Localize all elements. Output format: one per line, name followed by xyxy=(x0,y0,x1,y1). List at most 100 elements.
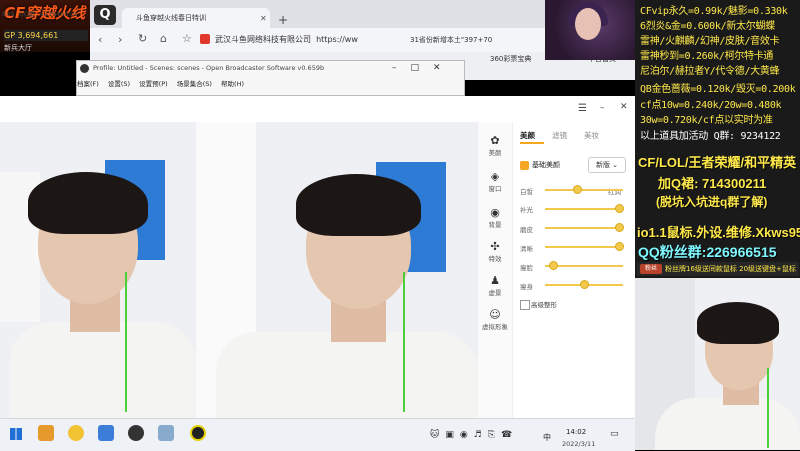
slider-track[interactable] xyxy=(545,227,623,229)
bookmark-star-icon[interactable]: ☆ xyxy=(182,32,192,45)
slider-label: 清晰 xyxy=(520,245,533,253)
window-controls[interactable]: –□✕ xyxy=(392,63,455,73)
obs-menu-item[interactable]: 设置预(P) xyxy=(139,80,168,88)
service-line: CF/LOL/王者荣耀/和平精英 xyxy=(638,155,797,170)
tab-beauty[interactable]: 美颜 xyxy=(520,130,535,141)
address-bar[interactable]: 武汉斗鱼网络科技有限公司 https://ww xyxy=(215,31,405,49)
fan-group: QQ粉丝群:226966515 xyxy=(638,244,777,260)
slider-label: 磨皮 xyxy=(520,226,533,234)
effects-icon: ✣ xyxy=(490,240,500,253)
join-note: (脱坑入坑进q群了解) xyxy=(656,195,768,209)
beauty-sidebar: ✿ 美颜 ◈ 窗口 ◉ 背景 ✣ 特效 ♟ 虚景 ☺ 虚拟形象 xyxy=(478,122,513,418)
taskbar-app-icon[interactable] xyxy=(190,425,206,441)
taskbar-app-icon[interactable] xyxy=(68,425,84,441)
slider-knob[interactable] xyxy=(615,223,624,232)
side-item-label: 窗口 xyxy=(488,185,502,193)
refresh-icon[interactable]: ↻ xyxy=(138,32,147,45)
obs-title: Profile: Untitled - Scenes: scenes - Ope… xyxy=(93,64,325,72)
clock-date[interactable]: 2022/3/11 xyxy=(562,440,595,448)
obs-window: Profile: Untitled - Scenes: scenes - Ope… xyxy=(76,60,465,96)
forward-icon[interactable]: › xyxy=(118,33,122,46)
lobby-label: 新兵大厅 xyxy=(4,44,32,52)
join-group: 加Q裙: 714300211 xyxy=(658,176,767,191)
obs-menu-item[interactable]: 档案(F) xyxy=(77,80,99,88)
tray-icons[interactable]: 🐱▣◉♬⎘☎ xyxy=(430,430,518,440)
obs-logo-icon xyxy=(80,64,89,73)
news-ticker[interactable]: 31省份新增本土"397+70 xyxy=(410,31,520,49)
side-item-background[interactable]: ◉ 背景 xyxy=(478,206,512,229)
price-line: QB金色蔷薇=0.120k/毁灭=0.200k xyxy=(640,84,796,95)
slider-end-label: 红润 xyxy=(608,188,621,196)
side-item-effects[interactable]: ✣ 特效 xyxy=(478,240,512,263)
minimize-icon[interactable]: – xyxy=(600,103,605,113)
room-number: 839 xyxy=(2,10,15,18)
input-language[interactable]: 中 xyxy=(543,432,551,443)
version-select[interactable]: 新版 ⌄ xyxy=(588,157,626,173)
obs-menu-item[interactable]: 设置(S) xyxy=(108,80,130,88)
side-item-label: 特效 xyxy=(488,255,502,263)
basic-beauty-label: 基础美颜 xyxy=(532,161,560,169)
side-item-virtual[interactable]: ♟ 虚景 xyxy=(478,274,512,297)
slider-knob[interactable] xyxy=(615,204,624,213)
price-line: 30w=0.720k/cf点以实时为准 xyxy=(640,115,773,126)
slider-knob[interactable] xyxy=(573,185,582,194)
taskbar-app-icon[interactable] xyxy=(38,425,54,441)
price-line: 尼泊尔/赫拉者Y/代令德/大黄蜂 xyxy=(640,66,780,77)
price-line: 雷神秒到=0.260k/柯尔特卡通 xyxy=(640,51,774,62)
price-line: CFvip永久=0.99k/魅影=0.330k xyxy=(640,6,788,17)
price-line: 以上道具加活动 Q群: 9234122 xyxy=(640,131,781,142)
home-icon[interactable]: ⌂ xyxy=(160,32,167,45)
address-url: https://ww xyxy=(316,35,358,44)
windows-start-icon[interactable] xyxy=(10,428,22,440)
slider-track[interactable] xyxy=(545,208,623,210)
slider-knob[interactable] xyxy=(580,280,589,289)
browser-tab[interactable]: 斗鱼穿越火线春日特训 xyxy=(122,8,270,28)
tab-makeup[interactable]: 美妆 xyxy=(584,130,599,141)
side-item-beauty[interactable]: ✿ 美颜 xyxy=(478,134,512,157)
gp-balance: GP 3,694,661 xyxy=(4,30,88,41)
advanced-reshape-checkbox[interactable] xyxy=(520,300,530,310)
slider-knob[interactable] xyxy=(549,261,558,270)
tab-filter[interactable]: 滤镜 xyxy=(552,130,567,141)
mouse-line: io1.1鼠标.外设.维修.Xkws95 xyxy=(637,225,800,240)
side-item-window[interactable]: ◈ 窗口 xyxy=(478,170,512,193)
slider-track[interactable] xyxy=(545,246,623,248)
basic-beauty-checkbox[interactable] xyxy=(520,161,529,170)
back-icon[interactable]: ‹ xyxy=(98,33,102,46)
slider-label: 补光 xyxy=(520,206,533,214)
obs-menu: 档案(F) 设置(S) 设置预(P) 场景集合(S) 帮助(H) xyxy=(77,78,251,88)
layers-icon: ◈ xyxy=(490,170,500,183)
slider-track[interactable] xyxy=(545,189,623,191)
side-item-label: 虚景 xyxy=(488,289,502,297)
taskbar-app-icon[interactable] xyxy=(128,425,144,441)
new-tab-icon[interactable]: + xyxy=(278,13,288,27)
browser-logo-icon[interactable]: Q xyxy=(94,5,116,25)
camera-feed-main xyxy=(196,122,478,418)
close-icon[interactable]: ✕ xyxy=(620,102,628,112)
beauty-icon: ✿ xyxy=(490,134,500,147)
obs-menu-item[interactable]: 场景集合(S) xyxy=(177,80,212,88)
active-tab-indicator xyxy=(520,142,544,144)
slider-knob[interactable] xyxy=(615,242,624,251)
taskbar xyxy=(0,418,635,451)
address-owner: 武汉斗鱼网络科技有限公司 xyxy=(215,35,311,44)
close-tab-icon[interactable]: ✕ xyxy=(260,14,267,23)
stream-toolbar xyxy=(0,96,635,122)
price-line: cf点10w=0.240k/20w=0.480k xyxy=(640,100,782,111)
side-item-avatar[interactable]: ☺ 虚拟形象 xyxy=(478,308,512,331)
slider-label: 瘦身 xyxy=(520,283,533,291)
clock-time[interactable]: 14:02 xyxy=(566,428,586,436)
advanced-reshape-label: 高级整形 xyxy=(531,301,557,309)
avatar-icon: ☺ xyxy=(489,308,501,321)
obs-menu-item[interactable]: 帮助(H) xyxy=(221,80,244,88)
price-line: 雷神/火麒麟/幻神/皮肤/音效卡 xyxy=(640,36,780,47)
price-line: 6烈炎&金=0.600k/新太尔蝴蝶 xyxy=(640,21,775,32)
background-icon: ◉ xyxy=(490,206,500,219)
taskbar-app-icon[interactable] xyxy=(98,425,114,441)
slider-label: 白皙 xyxy=(520,188,533,196)
taskbar-app-icon[interactable] xyxy=(158,425,174,441)
menu-icon[interactable]: ☰ xyxy=(578,103,587,114)
notification-icon[interactable]: ▭ xyxy=(610,429,619,439)
bookmark-360[interactable]: 360彩票宝典 xyxy=(490,54,531,64)
tab-title: 斗鱼穿越火线春日特训 xyxy=(136,14,206,22)
